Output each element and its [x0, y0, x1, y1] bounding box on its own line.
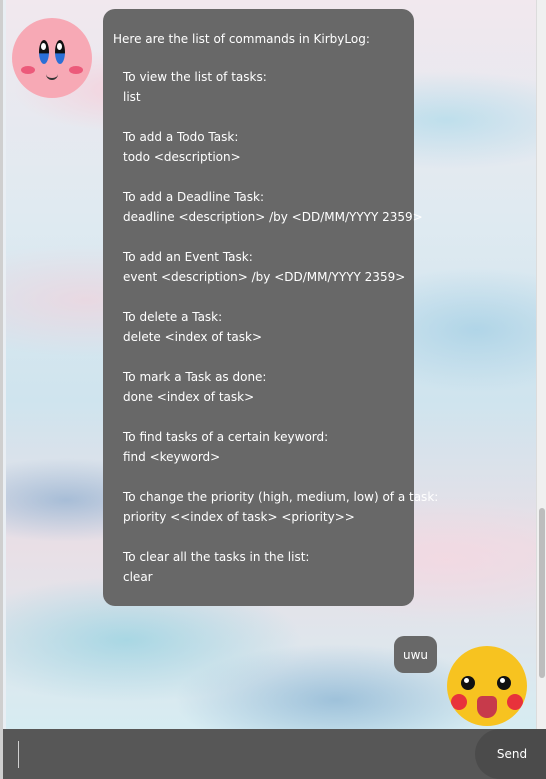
command-title: To add an Event Task:: [123, 250, 253, 264]
dialog-container[interactable]: Here are the list of commands in KirbyLo…: [6, 0, 539, 729]
bot-message-bubble: Here are the list of commands in KirbyLo…: [103, 9, 439, 606]
command-title: To add a Deadline Task:: [123, 190, 265, 204]
command-syntax: list: [123, 90, 141, 104]
user-input-field[interactable]: [6, 729, 474, 779]
command-priority: To change the priority (high, medium, lo…: [113, 487, 439, 527]
command-title: To mark a Task as done:: [123, 370, 267, 384]
command-todo: To add a Todo Task: todo <description>: [113, 127, 404, 167]
mouth-icon: [477, 696, 497, 718]
command-title: To delete a Task:: [123, 310, 223, 324]
vertical-scrollbar[interactable]: [536, 0, 546, 729]
scrollbar-thumb[interactable]: [539, 508, 545, 678]
command-syntax: delete <index of task>: [123, 330, 263, 344]
right-cheek-icon: [69, 66, 83, 74]
right-eye-icon: [497, 676, 511, 690]
left-eye-icon: [461, 676, 475, 690]
command-title: To add a Todo Task:: [123, 130, 239, 144]
command-syntax: find <keyword>: [123, 450, 221, 464]
kirby-avatar: [12, 18, 92, 98]
command-syntax: event <description> /by <DD/MM/YYYY 2359…: [123, 270, 406, 284]
bot-message-intro: Here are the list of commands in KirbyLo…: [113, 32, 370, 46]
right-eye-icon: [55, 40, 65, 64]
right-cheek-icon: [507, 694, 523, 710]
command-find: To find tasks of a certain keyword: find…: [113, 427, 404, 467]
command-clear: To clear all the tasks in the list: clea…: [113, 547, 404, 587]
left-cheek-icon: [21, 66, 35, 74]
text-caret: [18, 741, 19, 768]
command-syntax: clear: [123, 570, 153, 584]
user-message-bubble: uwu: [394, 636, 437, 673]
send-button[interactable]: Send: [475, 729, 546, 779]
command-deadline: To add a Deadline Task: deadline <descri…: [113, 187, 423, 227]
input-bar: [3, 729, 546, 779]
command-syntax: done <index of task>: [123, 390, 255, 404]
user-message-text: uwu: [402, 647, 429, 662]
left-eye-icon: [39, 40, 49, 64]
command-syntax: priority <<index of task> <priority>>: [123, 510, 355, 524]
command-title: To clear all the tasks in the list:: [123, 550, 310, 564]
command-title: To find tasks of a certain keyword:: [123, 430, 329, 444]
left-cheek-icon: [451, 694, 467, 710]
mouth-icon: [46, 72, 58, 80]
command-view-list: To view the list of tasks: list: [113, 67, 404, 107]
command-title: To view the list of tasks:: [123, 70, 267, 84]
command-syntax: todo <description>: [123, 150, 241, 164]
pikachu-avatar: [447, 646, 527, 726]
command-done: To mark a Task as done: done <index of t…: [113, 367, 404, 407]
chat-window: Here are the list of commands in KirbyLo…: [0, 0, 546, 779]
command-syntax: deadline <description> /by <DD/MM/YYYY 2…: [123, 210, 423, 224]
command-title: To change the priority (high, medium, lo…: [123, 490, 439, 504]
command-event: To add an Event Task: event <description…: [113, 247, 406, 287]
command-delete: To delete a Task: delete <index of task>: [113, 307, 404, 347]
